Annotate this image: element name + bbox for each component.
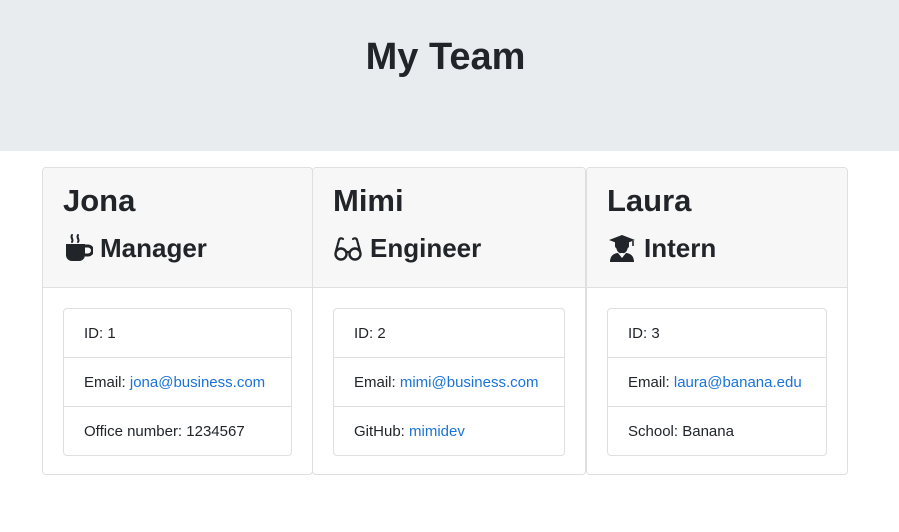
id-label: ID: (354, 324, 374, 342)
role-label: Engineer (370, 233, 482, 263)
github-label: GitHub: (354, 422, 405, 440)
graduate-icon (607, 233, 637, 263)
email-item: Email: mimi@business.com (334, 358, 564, 407)
email-link[interactable]: laura@banana.edu (674, 374, 802, 391)
role-label: Intern (644, 233, 717, 263)
id-item: ID: 1 (64, 309, 291, 358)
office-number-value: 1234567 (186, 422, 245, 440)
id-value: 3 (651, 324, 660, 342)
email-item: Email: laura@banana.edu (608, 358, 826, 407)
id-label: ID: (628, 324, 648, 342)
school-label: School: (628, 422, 679, 440)
id-item: ID: 2 (334, 309, 564, 358)
card-header: Mimi Engineer (313, 168, 585, 288)
employee-role: Manager (63, 230, 207, 266)
school-value: Banana (682, 422, 734, 440)
employee-role: Engineer (333, 230, 481, 266)
id-value: 2 (377, 324, 386, 342)
office-number-item: Office number: 1234567 (64, 407, 291, 455)
employee-name: Laura (607, 183, 692, 218)
card-header: Laura Intern (587, 168, 847, 288)
employee-card-engineer: Mimi Engineer ID: 2 Email: mimi@business… (312, 167, 586, 475)
employee-role: Intern (607, 230, 716, 266)
employee-details-list: ID: 2 Email: mimi@business.com GitHub: m… (333, 308, 565, 456)
office-number-label: Office number: (84, 422, 183, 440)
email-link[interactable]: mimi@business.com (400, 374, 539, 391)
employee-card-intern: Laura Intern ID: 3 Email: laura@banana.e… (586, 167, 848, 475)
id-label: ID: (84, 324, 104, 342)
role-label: Manager (100, 233, 207, 263)
email-link[interactable]: jona@business.com (130, 374, 265, 391)
employee-details-list: ID: 1 Email: jona@business.com Office nu… (63, 308, 292, 456)
employee-card-manager: Jona Manager ID: 1 Email: jona@business.… (42, 167, 313, 475)
github-link[interactable]: mimidev (409, 423, 465, 440)
email-item: Email: jona@business.com (64, 358, 291, 407)
id-item: ID: 3 (608, 309, 826, 358)
email-label: Email: (628, 373, 670, 391)
github-item: GitHub: mimidev (334, 407, 564, 455)
page-header: My Team (0, 0, 899, 151)
employee-name: Jona (63, 183, 136, 218)
id-value: 1 (107, 324, 116, 342)
coffee-mug-icon (63, 233, 93, 263)
glasses-icon (333, 233, 363, 263)
email-label: Email: (84, 373, 126, 391)
page-title: My Team (365, 36, 526, 78)
employee-name: Mimi (333, 183, 404, 218)
employee-details-list: ID: 3 Email: laura@banana.edu School: Ba… (607, 308, 827, 456)
email-label: Email: (354, 373, 396, 391)
school-item: School: Banana (608, 407, 826, 455)
card-header: Jona Manager (43, 168, 312, 288)
